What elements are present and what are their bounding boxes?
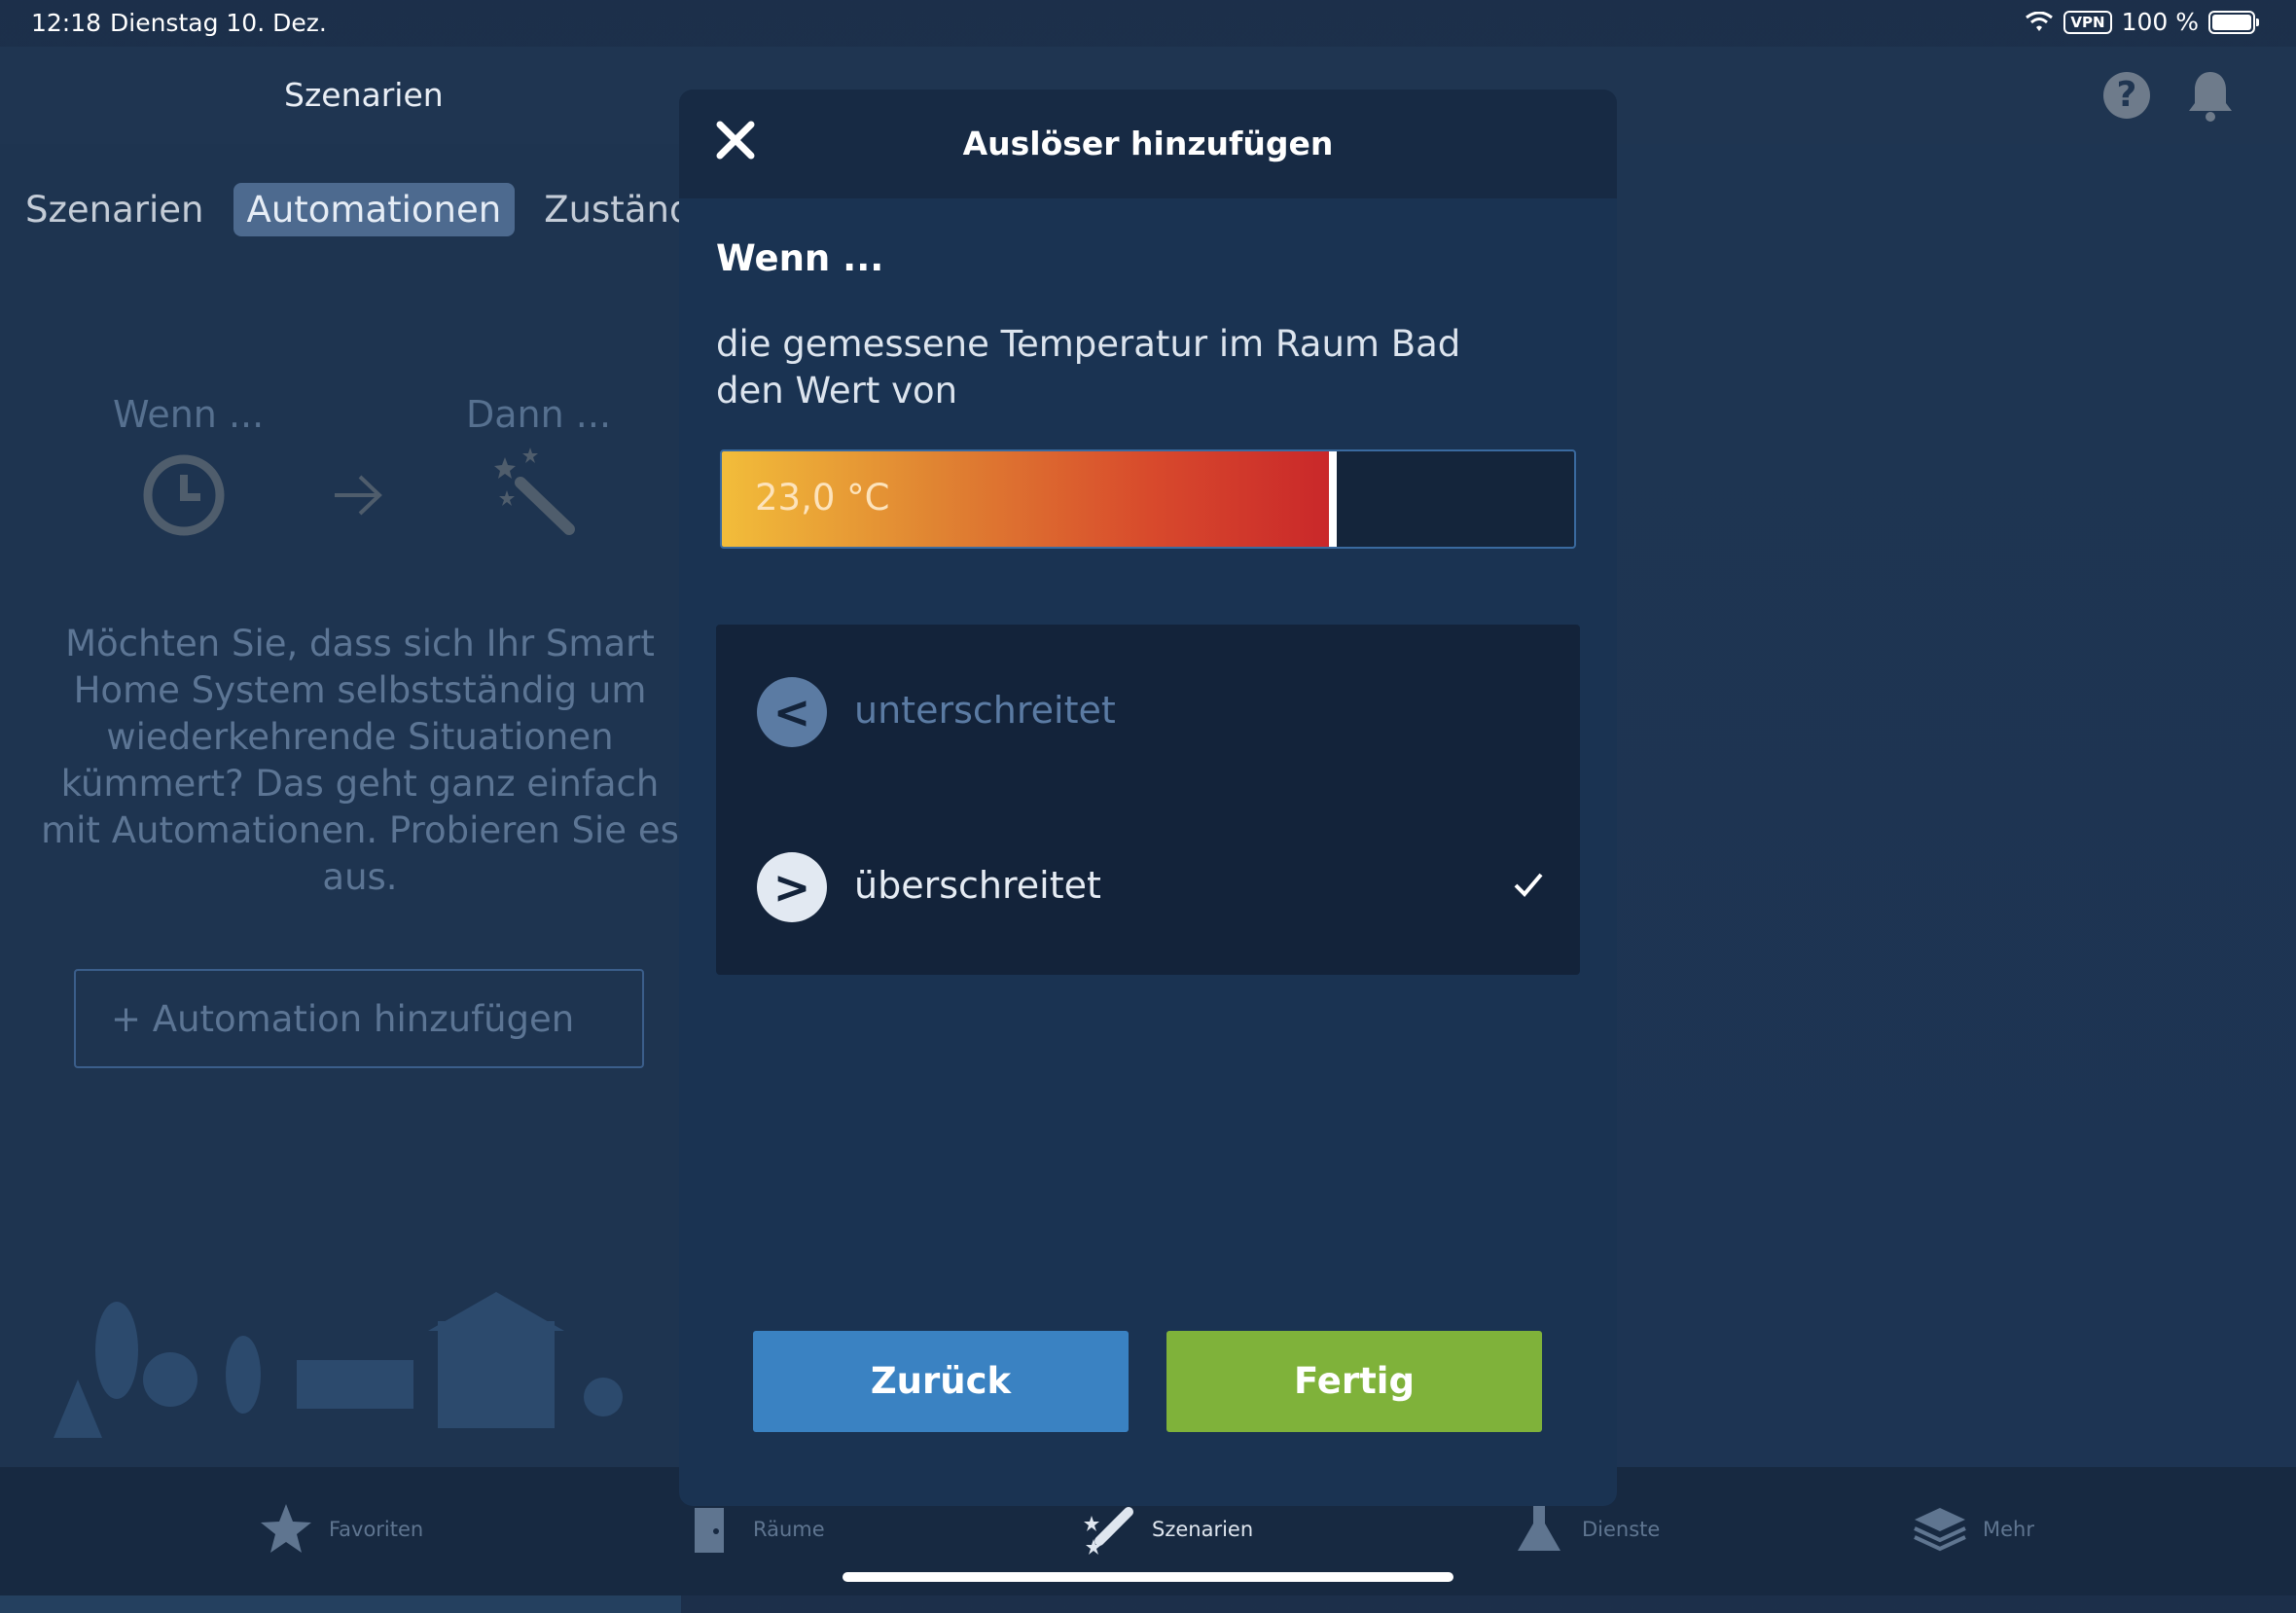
- add-trigger-modal: Auslöser hinzufügen Wenn ... die gemesse…: [679, 90, 1617, 1506]
- flask-icon: [1518, 1506, 1561, 1551]
- option-label: überschreitet: [854, 864, 1101, 907]
- battery-percent: 100 %: [2121, 8, 2199, 36]
- tabbar-dienste[interactable]: Dienste: [1512, 1502, 1660, 1557]
- flow-then-label: Dann ...: [466, 393, 612, 436]
- when-heading: Wenn ...: [716, 237, 884, 279]
- tabbar-szenarien[interactable]: Szenarien: [1082, 1502, 1253, 1557]
- arrow-right-icon: [335, 475, 382, 516]
- greater-than-icon: >: [757, 852, 827, 922]
- back-button[interactable]: Zurück: [753, 1331, 1129, 1432]
- automations-panel: Szenarien Automationen Zustände Wenn ...…: [0, 144, 714, 1613]
- option-below[interactable]: < unterschreitet: [716, 625, 1580, 800]
- modal-header: Auslöser hinzufügen: [679, 90, 1617, 198]
- clock-icon: [143, 454, 225, 536]
- magic-wand-icon: [494, 448, 575, 535]
- tabbar-label: Räume: [753, 1518, 825, 1541]
- comparison-options: < unterschreitet > überschreitet: [716, 625, 1580, 975]
- checkmark-icon: [1514, 873, 1543, 897]
- tabbar-label: Szenarien: [1152, 1518, 1254, 1541]
- battery-icon: [2208, 10, 2259, 34]
- modal-title: Auslöser hinzufügen: [962, 125, 1334, 162]
- page-title: Szenarien: [284, 76, 444, 114]
- done-button[interactable]: Fertig: [1166, 1331, 1542, 1432]
- segment-tabs: Szenarien Automationen Zustände: [12, 183, 728, 236]
- star-icon: [261, 1504, 311, 1553]
- home-indicator: [843, 1572, 1453, 1582]
- add-automation-button[interactable]: + Automation hinzufügen: [74, 969, 644, 1068]
- magic-wand-icon: [1084, 1507, 1133, 1555]
- tabbar-label: Dienste: [1582, 1518, 1661, 1541]
- layers-icon: [1914, 1508, 1966, 1552]
- vpn-badge: VPN: [2063, 10, 2112, 34]
- status-right: VPN 100 %: [2025, 8, 2259, 36]
- tab-szenarien[interactable]: Szenarien: [12, 183, 218, 236]
- wifi-icon: [2026, 11, 2054, 31]
- condition-text: die gemessene Temperatur im Raum Bad den…: [716, 323, 1461, 412]
- option-above[interactable]: > überschreitet: [716, 800, 1580, 975]
- bell-icon[interactable]: [2185, 68, 2236, 123]
- slider-value: 23,0 °C: [755, 477, 890, 519]
- tabbar-favoriten[interactable]: Favoriten: [259, 1502, 423, 1557]
- intro-text: Möchten Sie, dass sich Ihr Smart Home Sy…: [41, 623, 679, 898]
- flow-if-label: Wenn ...: [113, 393, 265, 436]
- status-bar: 12:18 Dienstag 10. Dez. VPN 100 %: [0, 0, 2296, 47]
- right-background: [1615, 144, 2296, 1467]
- status-time: 12:18: [31, 9, 102, 37]
- less-than-icon: <: [757, 677, 827, 747]
- question-circle-icon[interactable]: ?: [2103, 72, 2150, 119]
- door-icon: [695, 1508, 724, 1553]
- status-date: Dienstag 10. Dez.: [110, 9, 327, 37]
- temperature-slider[interactable]: 23,0 °C: [720, 449, 1576, 549]
- tab-automationen[interactable]: Automationen: [233, 183, 516, 236]
- tabbar-label: Favoriten: [329, 1518, 424, 1541]
- slider-handle[interactable]: [1329, 451, 1337, 547]
- tabbar-label: Mehr: [1983, 1518, 2034, 1541]
- tabbar-raeume[interactable]: Räume: [683, 1502, 825, 1557]
- tabbar-mehr[interactable]: Mehr: [1913, 1502, 2034, 1557]
- option-label: unterschreitet: [854, 689, 1116, 732]
